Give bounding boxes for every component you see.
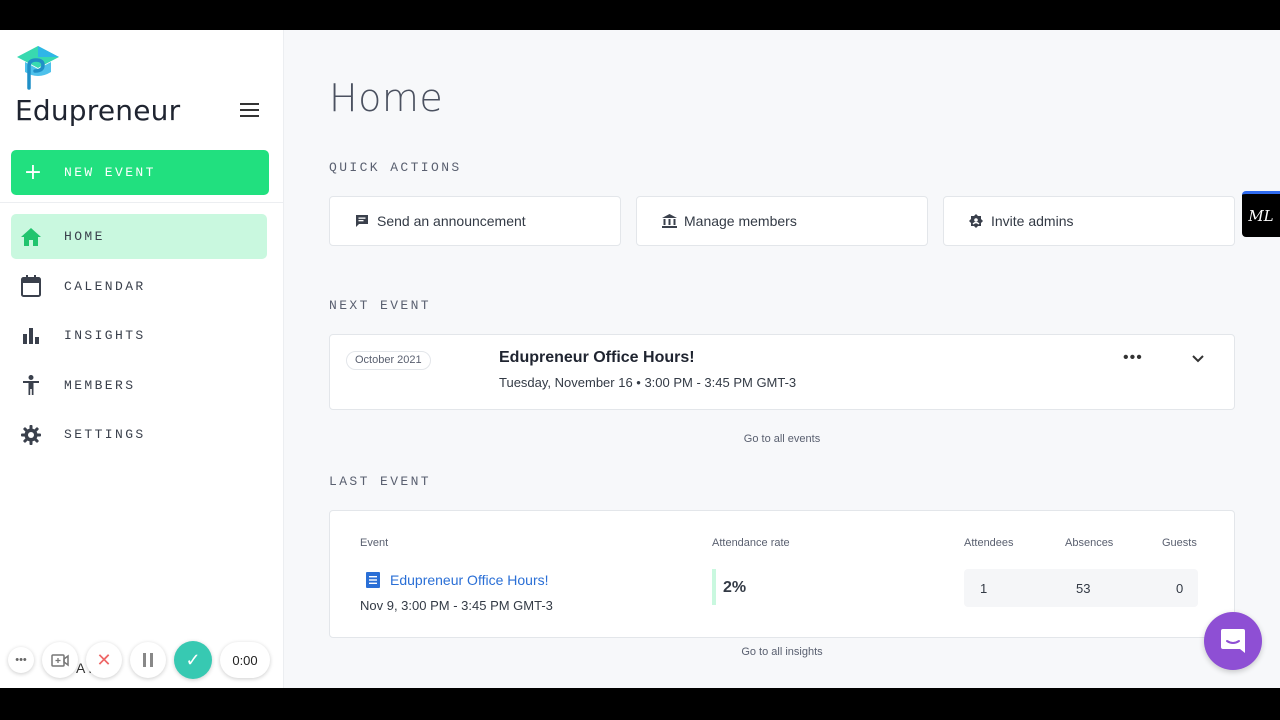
sidebar-item-label: INSIGHTS: [64, 328, 146, 343]
graduation-cap-logo-icon: [17, 46, 59, 90]
sidebar-item-label: MEMBERS: [64, 377, 136, 393]
recording-timer: 0:00: [220, 642, 270, 678]
new-event-label: NEW EVENT: [64, 165, 156, 180]
badge-icon: [968, 214, 984, 228]
last-event-datetime: Nov 9, 3:00 PM - 3:45 PM GMT-3: [360, 598, 553, 613]
quick-action-label: Invite admins: [991, 213, 1074, 229]
attendance-rate-bar: [712, 569, 716, 605]
sidebar-item-insights[interactable]: INSIGHTS: [11, 313, 267, 358]
chat-launcher-icon[interactable]: [1204, 612, 1262, 670]
last-event-link[interactable]: Edupreneur Office Hours!: [390, 572, 549, 588]
calendar-icon: [11, 275, 51, 297]
new-event-button[interactable]: + NEW EVENT: [11, 150, 269, 195]
pause-icon[interactable]: [130, 642, 166, 678]
sidebar-item-home[interactable]: HOME: [11, 214, 267, 259]
go-to-all-events-link[interactable]: Go to all events: [329, 433, 1235, 445]
send-announcement-button[interactable]: Send an announcement: [329, 196, 621, 246]
next-event-card: October 2021 Edupreneur Office Hours! Tu…: [329, 334, 1235, 410]
app-window: Edupreneur + NEW EVENT HOME CALENDAR INS…: [0, 30, 1280, 688]
column-header-attendees: Attendees: [964, 537, 1014, 549]
invite-admins-button[interactable]: Invite admins: [943, 196, 1235, 246]
recorder-toolbar: ••• ✕ ✓ 0:00: [8, 640, 278, 680]
plus-icon: +: [23, 160, 43, 185]
attendance-rate-value: 2%: [723, 579, 747, 596]
go-to-all-insights-link[interactable]: Go to all insights: [329, 646, 1235, 658]
more-options-icon[interactable]: •••: [8, 647, 34, 673]
manage-members-button[interactable]: Manage members: [636, 196, 928, 246]
bar-chart-icon: [11, 327, 51, 344]
sidebar-item-members[interactable]: MEMBERS: [11, 363, 267, 408]
message-icon: [354, 214, 370, 228]
guests-value: 0: [1176, 581, 1184, 596]
last-event-heading: LAST EVENT: [329, 474, 432, 489]
camera-toggle-icon[interactable]: [42, 642, 78, 678]
person-icon: [11, 375, 51, 395]
sidebar-item-settings[interactable]: SETTINGS: [11, 412, 267, 457]
column-header-absences: Absences: [1065, 537, 1114, 549]
next-event-datetime: Tuesday, November 16 • 3:00 PM - 3:45 PM…: [499, 375, 797, 390]
sidebar-item-calendar[interactable]: CALENDAR: [11, 264, 267, 309]
next-event-title[interactable]: Edupreneur Office Hours!: [499, 349, 695, 367]
brand-name: Edupreneur: [15, 94, 181, 127]
menu-toggle-icon[interactable]: [240, 103, 259, 117]
cancel-recording-icon[interactable]: ✕: [86, 642, 122, 678]
next-event-heading: NEXT EVENT: [329, 298, 432, 313]
attendees-value: 1: [980, 581, 988, 596]
document-icon[interactable]: [366, 572, 380, 588]
home-icon: [11, 227, 51, 246]
quick-action-label: Send an announcement: [377, 213, 526, 229]
absences-value: 53: [1076, 581, 1091, 596]
column-header-attendance: Attendance rate: [712, 537, 790, 549]
chevron-down-icon[interactable]: [1192, 355, 1204, 363]
sidebar: Edupreneur + NEW EVENT HOME CALENDAR INS…: [0, 30, 284, 688]
more-options-icon[interactable]: •••: [1123, 349, 1143, 367]
extension-badge[interactable]: ML: [1242, 191, 1280, 237]
page-title: Home: [329, 76, 444, 120]
stats-box: 1 53 0: [964, 569, 1198, 607]
sidebar-item-label: CALENDAR: [64, 278, 146, 294]
finish-recording-check-icon[interactable]: ✓: [174, 641, 212, 679]
sidebar-item-label: HOME: [64, 229, 105, 244]
divider: [0, 202, 284, 203]
month-pill: October 2021: [346, 351, 431, 370]
gear-icon: [11, 424, 51, 445]
quick-actions: Send an announcement Manage members Invi…: [329, 196, 1235, 246]
sidebar-nav: HOME CALENDAR INSIGHTS MEMBERS SETTINGS: [11, 214, 267, 462]
column-header-guests: Guests: [1162, 537, 1197, 549]
bank-icon: [661, 214, 677, 228]
sidebar-item-label: SETTINGS: [64, 427, 146, 442]
last-event-card: Event Attendance rate Attendees Absences…: [329, 510, 1235, 638]
column-header-event: Event: [360, 537, 389, 549]
quick-actions-heading: QUICK ACTIONS: [329, 160, 462, 175]
quick-action-label: Manage members: [684, 213, 797, 229]
